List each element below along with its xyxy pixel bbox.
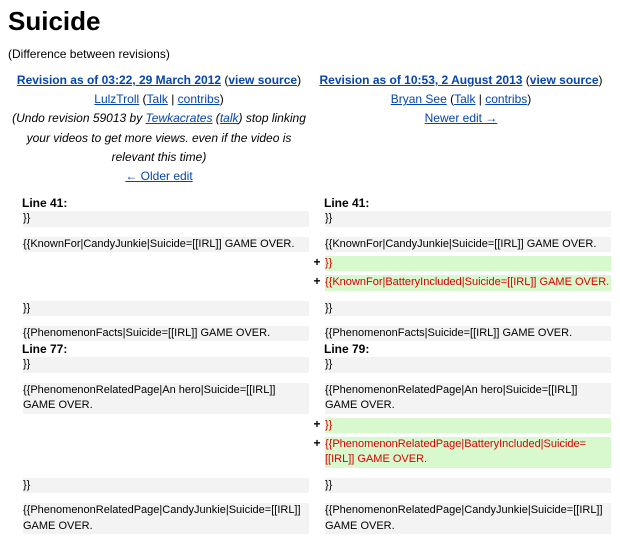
diff-context-right: }}	[324, 477, 612, 494]
diff-added-right: }}	[324, 255, 612, 272]
diff-table: Line 41: Line 41:}}}} {{KnownFor|CandyJunk…	[8, 196, 612, 535]
summary-user-link[interactable]: Tewkacrates	[146, 111, 213, 125]
left-contribs-link[interactable]: contribs	[178, 92, 220, 106]
line-header-left: Line 77:	[22, 342, 310, 356]
diff-context-left: {{KnownFor|CandyJunkie|Suicide=[[IRL]] G…	[22, 236, 310, 253]
plus-marker: +	[310, 255, 324, 272]
line-header-right: Line 41:	[324, 196, 612, 210]
right-user-link[interactable]: Bryan See	[391, 92, 447, 106]
plus-marker: +	[310, 274, 324, 291]
right-view-source-link[interactable]: view source	[530, 73, 599, 87]
line-header-left: Line 41:	[22, 196, 310, 210]
plus-marker: +	[310, 417, 324, 434]
older-edit-link[interactable]: ← Older edit	[125, 169, 192, 183]
diff-context-left: }}	[22, 210, 310, 227]
diff-context-left: }}	[22, 356, 310, 373]
revision-header-table: Revision as of 03:22, 29 March 2012 (vie…	[8, 71, 612, 196]
diff-context-right: {{PhenomenonRelatedPage|CandyJunkie|Suic…	[324, 502, 612, 535]
diff-context-right: }}	[324, 210, 612, 227]
left-view-source-link[interactable]: view source	[228, 73, 297, 87]
diff-context-right: }}	[324, 356, 612, 373]
diff-added-right: {{KnownFor|BatteryIncluded|Suicide=[[IRL…	[324, 274, 612, 291]
newer-edit-link[interactable]: Newer edit →	[425, 111, 498, 125]
summary-talk-link[interactable]: talk	[220, 111, 239, 125]
plus-marker: +	[310, 436, 324, 469]
left-revision-header: Revision as of 03:22, 29 March 2012 (vie…	[8, 71, 310, 196]
diff-context-left: {{PhenomenonRelatedPage|An hero|Suicide=…	[22, 382, 310, 415]
diff-context-left: }}	[22, 300, 310, 317]
diff-context-right: }}	[324, 300, 612, 317]
diff-context-right: {{PhenomenonFacts|Suicide=[[IRL]] GAME O…	[324, 325, 612, 342]
diff-context-right: {{PhenomenonRelatedPage|An hero|Suicide=…	[324, 382, 612, 415]
diff-context-left: }}	[22, 477, 310, 494]
diff-subtitle: (Difference between revisions)	[8, 47, 612, 61]
diff-context-left: {{PhenomenonRelatedPage|CandyJunkie|Suic…	[22, 502, 310, 535]
diff-added-right: {{PhenomenonRelatedPage|BatteryIncluded|…	[324, 436, 612, 469]
left-edit-summary: (Undo revision 59013 by Tewkacrates (tal…	[12, 109, 306, 167]
right-contribs-link[interactable]: contribs	[485, 92, 527, 106]
right-talk-link[interactable]: Talk	[454, 92, 475, 106]
diff-context-right: {{KnownFor|CandyJunkie|Suicide=[[IRL]] G…	[324, 236, 612, 253]
left-talk-link[interactable]: Talk	[147, 92, 168, 106]
right-revision-header: Revision as of 10:53, 2 August 2013 (vie…	[310, 71, 612, 196]
line-header-right: Line 79:	[324, 342, 612, 356]
diff-added-right: }}	[324, 417, 612, 434]
left-user-link[interactable]: LulzTroll	[94, 92, 139, 106]
left-revision-link[interactable]: Revision as of 03:22, 29 March 2012	[17, 73, 221, 87]
diff-context-left: {{PhenomenonFacts|Suicide=[[IRL]] GAME O…	[22, 325, 310, 342]
page-title: Suicide	[8, 6, 612, 37]
right-revision-link[interactable]: Revision as of 10:53, 2 August 2013	[319, 73, 522, 87]
